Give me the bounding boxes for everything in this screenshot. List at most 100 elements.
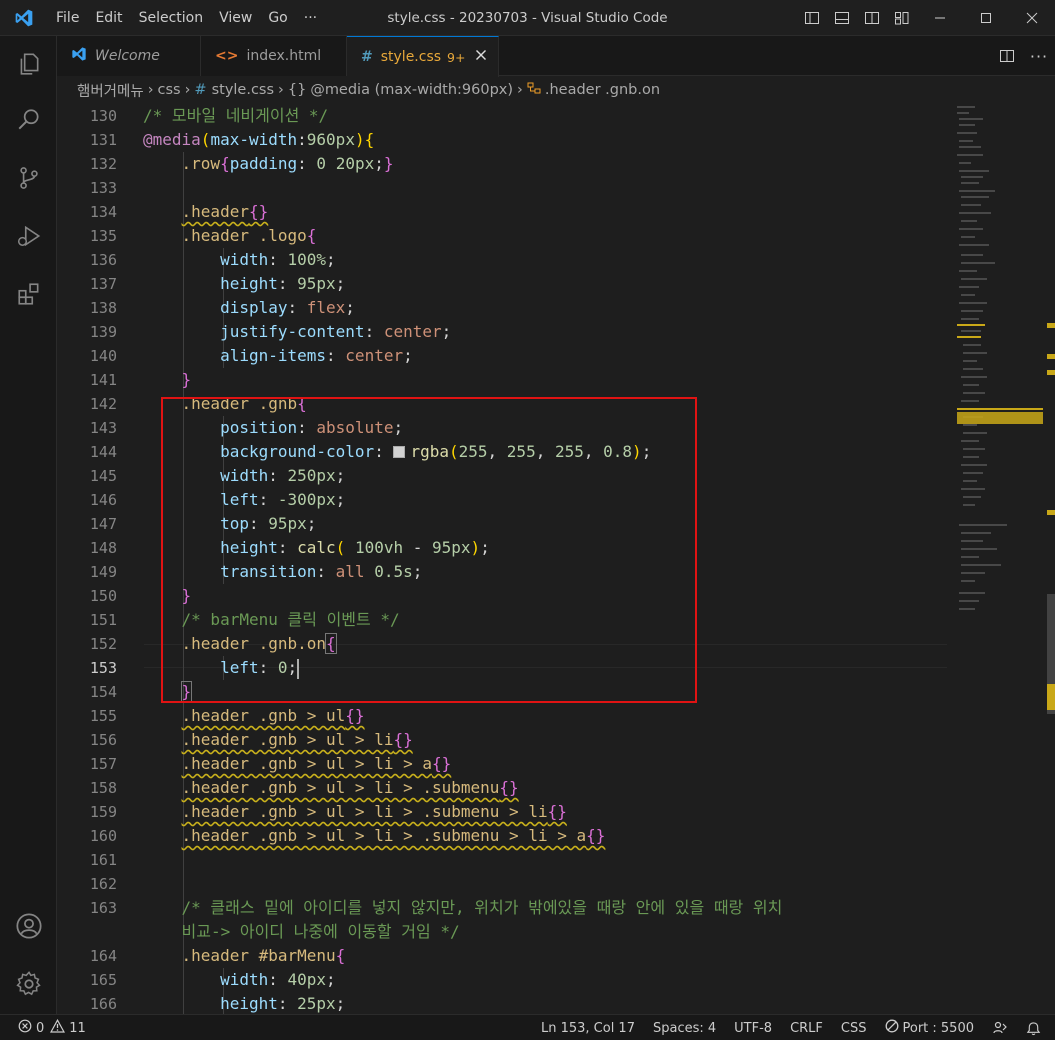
toggle-panel-icon[interactable] xyxy=(827,0,857,36)
line-number: 166 xyxy=(89,995,117,1013)
explorer-icon[interactable] xyxy=(0,40,57,88)
chevron-right-icon: › xyxy=(278,82,284,98)
customize-layout-icon[interactable] xyxy=(887,0,917,36)
search-icon[interactable] xyxy=(0,96,57,144)
line-number: 163 xyxy=(89,899,117,917)
menu-go[interactable]: Go xyxy=(260,0,295,36)
tab-label: Welcome xyxy=(95,48,160,64)
line-number-current: 153 xyxy=(89,659,117,677)
more-actions-icon[interactable]: ··· xyxy=(1023,36,1055,76)
code-line-138: display: flex; xyxy=(220,298,355,317)
code-line-160: .header .gnb > ul > li > .submenu > li >… xyxy=(181,826,606,845)
line-number: 133 xyxy=(89,179,117,197)
menu-view[interactable]: View xyxy=(211,0,260,36)
code-line-137: height: 95px; xyxy=(220,274,346,293)
line-number: 160 xyxy=(89,827,117,845)
tab-label: style.css xyxy=(380,49,442,65)
code-line-140: align-items: center; xyxy=(220,346,413,365)
menu-edit[interactable]: Edit xyxy=(87,0,130,36)
line-number: 151 xyxy=(89,611,117,629)
accounts-feedback-icon[interactable] xyxy=(992,1020,1008,1036)
breadcrumb-folder[interactable]: 햄버거메뉴 xyxy=(77,80,144,101)
html-icon: <> xyxy=(215,48,239,64)
line-number: 130 xyxy=(89,107,117,125)
close-window-icon[interactable] xyxy=(1009,0,1055,36)
menu-more[interactable]: ··· xyxy=(296,0,325,36)
code-line-139: justify-content: center; xyxy=(220,322,452,341)
toggle-secondary-sidebar-icon[interactable] xyxy=(857,0,887,36)
line-number: 162 xyxy=(89,875,117,893)
tab-style-css[interactable]: # style.css 9+ xyxy=(347,36,499,77)
accounts-icon[interactable] xyxy=(0,902,57,950)
vertical-scrollbar[interactable] xyxy=(1047,104,1055,1014)
breadcrumb-media[interactable]: @media (max-width:960px) xyxy=(310,82,513,98)
tab-welcome[interactable]: Welcome xyxy=(57,36,201,76)
breadcrumb-selector[interactable]: .header .gnb.on xyxy=(545,82,660,98)
chevron-right-icon: › xyxy=(517,82,523,98)
extensions-icon[interactable] xyxy=(0,270,57,318)
code-line-163: /* 클래스 밑에 아이디를 넣지 않지만, 위치가 밖에있을 때랑 안에 있을… xyxy=(181,898,783,917)
line-number: 150 xyxy=(89,587,117,605)
activity-bar xyxy=(0,36,57,1014)
menu-selection[interactable]: Selection xyxy=(131,0,212,36)
code-line-131: @media(max-width:960px){ xyxy=(143,130,375,149)
menu-file[interactable]: File xyxy=(48,0,87,36)
settings-gear-icon[interactable] xyxy=(0,960,57,1008)
warning-count[interactable]: 11 xyxy=(69,1021,86,1036)
line-number: 146 xyxy=(89,491,117,509)
minimize-icon[interactable] xyxy=(917,0,963,36)
run-debug-icon[interactable] xyxy=(0,212,57,260)
maximize-icon[interactable] xyxy=(963,0,1009,36)
vscode-logo-icon[interactable] xyxy=(0,0,48,36)
line-number: 155 xyxy=(89,707,117,725)
line-number: 145 xyxy=(89,467,117,485)
line-number: 158 xyxy=(89,779,117,797)
code-editor[interactable]: 130 131 132 133 134 135 136 137 138 139 … xyxy=(57,104,1055,1014)
code-line-158: .header .gnb > ul > li > .submenu{} xyxy=(181,778,519,797)
line-number: 164 xyxy=(89,947,117,965)
line-number: 132 xyxy=(89,155,117,173)
source-control-icon[interactable] xyxy=(0,154,57,202)
code-line-163-wrap: 비교-> 아이디 나중에 이동할 거임 */ xyxy=(181,922,460,941)
live-server-port[interactable]: Port : 5500 xyxy=(885,1019,974,1037)
encoding[interactable]: UTF-8 xyxy=(734,1021,772,1036)
code-line-132: .row{padding: 0 20px;} xyxy=(181,154,394,173)
tab-index-html[interactable]: <> index.html xyxy=(201,36,347,76)
line-number: 135 xyxy=(89,227,117,245)
code-line-165: width: 40px; xyxy=(220,970,336,989)
line-number: 131 xyxy=(89,131,117,149)
line-number: 148 xyxy=(89,539,117,557)
breadcrumb-css-folder[interactable]: css xyxy=(158,82,181,98)
toggle-primary-sidebar-icon[interactable] xyxy=(797,0,827,36)
indentation[interactable]: Spaces: 4 xyxy=(653,1021,716,1036)
close-tab-icon[interactable] xyxy=(475,49,487,65)
cursor-position[interactable]: Ln 153, Col 17 xyxy=(541,1021,635,1036)
code-line-130: /* 모바일 네비게이션 */ xyxy=(143,106,329,125)
notifications-bell-icon[interactable] xyxy=(1026,1021,1041,1036)
line-number: 157 xyxy=(89,755,117,773)
split-editor-icon[interactable] xyxy=(991,36,1023,76)
line-number: 134 xyxy=(89,203,117,221)
line-number: 152 xyxy=(89,635,117,653)
code-line-159: .header .gnb > ul > li > .submenu > li{} xyxy=(181,802,567,821)
line-number: 137 xyxy=(89,275,117,293)
breadcrumb-file[interactable]: style.css xyxy=(212,82,274,98)
language-mode[interactable]: CSS xyxy=(841,1021,867,1036)
css-icon: # xyxy=(361,49,373,65)
warning-icon[interactable] xyxy=(50,1018,66,1037)
chevron-right-icon: › xyxy=(184,82,191,98)
line-number: 142 xyxy=(89,395,117,413)
minimap[interactable] xyxy=(955,104,1045,1014)
error-count[interactable]: 0 xyxy=(36,1021,44,1036)
code-line-136: width: 100%; xyxy=(220,250,336,269)
error-icon[interactable] xyxy=(18,1019,32,1037)
line-ending[interactable]: CRLF xyxy=(790,1021,823,1036)
status-bar: 0 11 Ln 153, Col 17 Spaces: 4 UTF-8 CRLF… xyxy=(0,1014,1055,1040)
breadcrumb: 햄버거메뉴 › css › # style.css › {} @media (m… xyxy=(57,76,1055,104)
title-bar: File Edit Selection View Go ··· style.cs… xyxy=(0,0,1055,36)
line-number: 141 xyxy=(89,371,117,389)
braces-icon: {} xyxy=(287,82,307,98)
line-number: 161 xyxy=(89,851,117,869)
line-number: 139 xyxy=(89,323,117,341)
line-number: 154 xyxy=(89,683,117,701)
